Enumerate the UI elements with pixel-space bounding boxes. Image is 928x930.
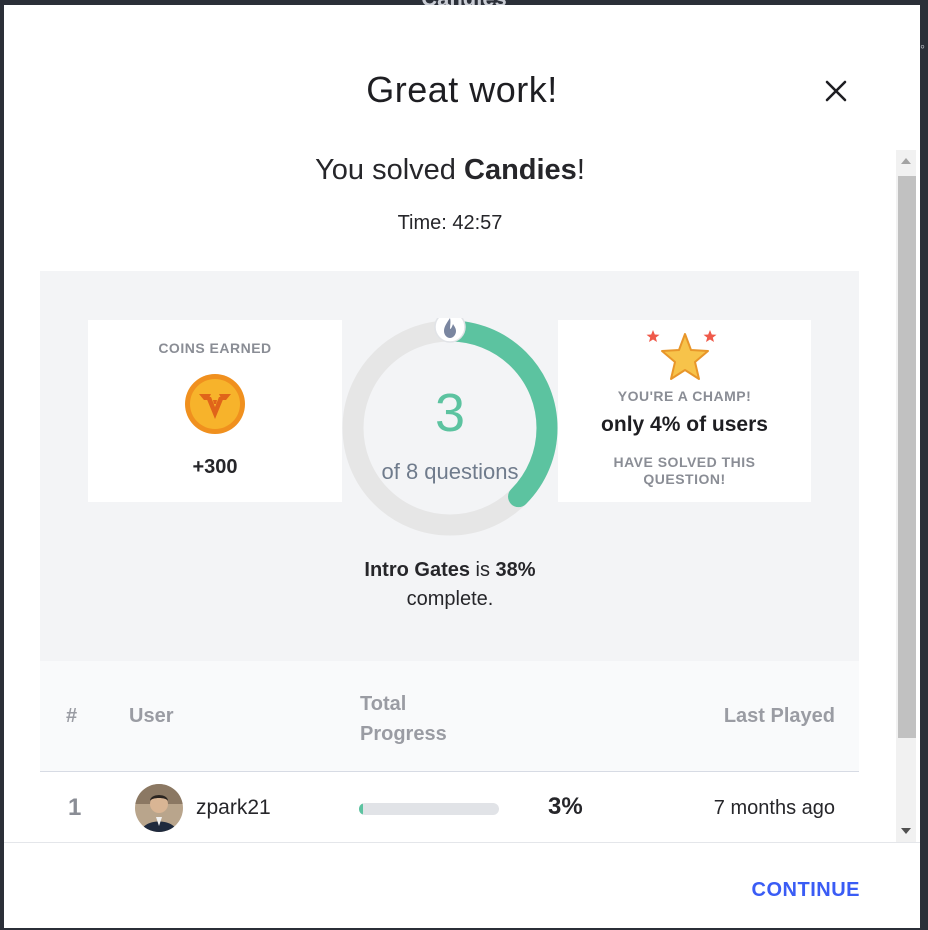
continue-button[interactable]: CONTINUE [752,879,860,902]
coins-card: COINS EARNED +300 [88,320,342,502]
question-total: of 8 questions [381,459,519,484]
champ-card: YOU'RE A CHAMP! only 4% of users HAVE SO… [558,320,811,502]
close-button[interactable] [820,75,852,107]
coins-value: +300 [192,456,238,478]
champ-subtext: HAVE SOLVED THIS QUESTION! [613,454,756,487]
header-total-progress: Total Progress [360,693,447,745]
row-progress-fill [359,803,364,815]
problem-name: Candies [464,154,577,186]
row-last-played: 7 months ago [713,797,835,819]
row-username[interactable]: zpark21 [196,796,271,820]
scroll-up-arrow-icon[interactable] [901,158,911,164]
row-progress-bar [359,803,499,815]
scrollbar-thumb[interactable] [898,176,916,738]
close-icon [825,80,847,102]
row-progress-percent: 3% [548,793,583,820]
avatar [135,784,183,832]
solve-time: Time: 42:57 [397,212,503,234]
solved-message: You solved Candies! [315,154,585,186]
modal-footer: CONTINUE [4,842,920,928]
header-user: User [129,705,174,727]
row-rank: 1 [68,794,82,821]
modal-content: You solved Candies! Time: 42:57 COINS EA… [4,150,896,842]
table-row: 1 zpark21 3% 7 months ago [40,772,859,842]
header-last-played: Last Played [723,705,835,727]
solved-count: 3 [434,383,466,443]
course-progress-text: Intro Gates is 38% complete. [364,559,536,610]
scroll-down-arrow-icon[interactable] [901,828,911,834]
champ-label: YOU'RE A CHAMP! [617,388,752,404]
course-name: Intro Gates [364,559,470,581]
champ-percentage: only 4% of users [601,413,768,436]
coins-label: COINS EARNED [158,340,272,356]
course-percent: 38% [495,559,536,581]
header-rank: # [66,705,78,727]
star-icon [646,330,717,380]
scrollbar[interactable] [896,150,916,842]
completion-modal: Great work! You solved Candies! Time: 42… [4,5,920,928]
coin-icon [185,374,245,434]
modal-title: Great work! [366,69,558,110]
background-icon: ◦ [920,38,925,54]
stats-panel: COINS EARNED +300 3 of 8 questions YOU'R… [40,271,859,661]
leaderboard-header: # User Total Progress Last Played [40,661,859,772]
